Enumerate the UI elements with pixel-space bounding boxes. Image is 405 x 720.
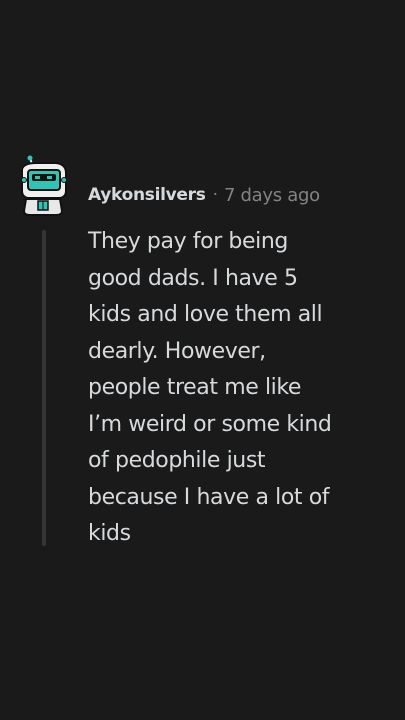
comment-line: people treat me like: [88, 375, 302, 400]
robot-avatar-icon: [21, 155, 67, 216]
meta-separator: ·: [212, 185, 218, 205]
comment: Aykonsilvers · 7 days ago They pay for b…: [0, 0, 405, 720]
comment-line: I’m weird or some kind: [88, 411, 332, 437]
comment-line: because I have a lot of: [88, 484, 330, 510]
comment-line: kids and love them all: [88, 302, 323, 327]
comment-line: dearly. However,: [88, 338, 266, 364]
comment-line: good dads. I have 5: [88, 265, 298, 291]
comment-body: They pay for being good dads. I have 5 k…: [88, 224, 388, 553]
thread-line[interactable]: [42, 230, 46, 546]
comment-line: They pay for being: [88, 229, 288, 254]
comment-line: of pedophile just: [88, 448, 266, 473]
user-avatar[interactable]: [16, 155, 70, 217]
comment-meta: Aykonsilvers · 7 days ago: [88, 180, 320, 210]
username[interactable]: Aykonsilvers: [88, 185, 206, 205]
timestamp[interactable]: 7 days ago: [224, 185, 320, 206]
comment-line: kids: [88, 521, 131, 546]
